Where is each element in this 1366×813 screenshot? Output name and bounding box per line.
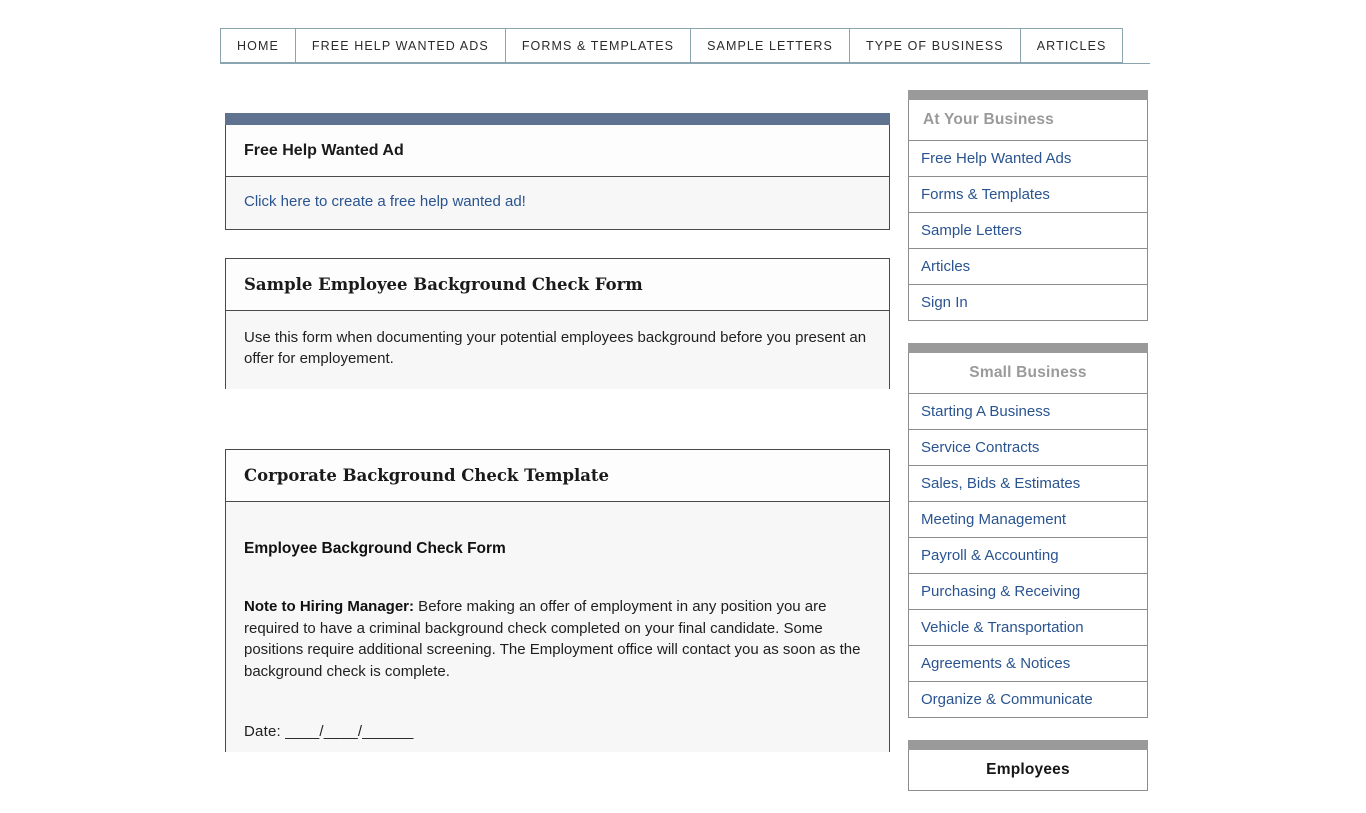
form-heading: Employee Background Check Form — [244, 539, 506, 557]
nav-tab-list: HOME FREE HELP WANTED ADS FORMS & TEMPLA… — [220, 28, 1150, 63]
nav-tab-sample-letters[interactable]: SAMPLE LETTERS — [690, 28, 849, 63]
panel-spacer — [225, 389, 890, 449]
panel-title: Sample Employee Background Check Form — [244, 274, 643, 294]
sidebar-block-small-business: Small Business Starting A Business Servi… — [908, 343, 1148, 718]
panel-header: Corporate Background Check Template — [225, 448, 890, 502]
sidebar-item-service-contracts[interactable]: Service Contracts — [908, 430, 1148, 466]
sidebar-heading-small-business: Small Business — [908, 353, 1148, 394]
nav-tab-label: SAMPLE LETTERS — [707, 38, 833, 53]
sidebar-item-sign-in[interactable]: Sign In — [908, 285, 1148, 321]
sidebar-accent-bar — [908, 740, 1148, 750]
sidebar-item-payroll-accounting[interactable]: Payroll & Accounting — [908, 538, 1148, 574]
corporate-background-check-template-panel: Corporate Background Check Template Empl… — [225, 448, 890, 752]
sidebar-item-free-help-wanted-ads[interactable]: Free Help Wanted Ads — [908, 141, 1148, 177]
main-navigation: HOME FREE HELP WANTED ADS FORMS & TEMPLA… — [220, 28, 1150, 64]
panel-body: Employee Background Check Form Note to H… — [225, 501, 890, 752]
sidebar-item-sample-letters[interactable]: Sample Letters — [908, 213, 1148, 249]
note-label: Note to Hiring Manager: — [244, 597, 415, 615]
sidebar-accent-bar — [908, 343, 1148, 353]
panel-body: Use this form when documenting your pote… — [225, 310, 890, 389]
sidebar-block-employees: Employees — [908, 740, 1148, 791]
main-content-column: Free Help Wanted Ad Click here to create… — [225, 113, 890, 752]
create-free-help-wanted-ad-link[interactable]: Click here to create a free help wanted … — [244, 193, 526, 210]
nav-tab-label: FREE HELP WANTED ADS — [311, 38, 489, 53]
sidebar-item-sales-bids-estimates[interactable]: Sales, Bids & Estimates — [908, 466, 1148, 502]
sidebar-item-vehicle-transportation[interactable]: Vehicle & Transportation — [908, 610, 1148, 646]
nav-underline — [220, 63, 1150, 64]
nav-tab-type-of-business[interactable]: TYPE OF BUSINESS — [848, 28, 1020, 63]
sidebar-block-at-your-business: At Your Business Free Help Wanted Ads Fo… — [908, 90, 1148, 321]
sample-background-check-form-panel: Sample Employee Background Check Form Us… — [225, 257, 890, 389]
panel-spacer — [225, 230, 890, 258]
nav-tab-home[interactable]: HOME — [220, 28, 295, 63]
date-field-line: Date: ____/____/______ — [244, 722, 414, 740]
nav-tab-label: TYPE OF BUSINESS — [865, 38, 1004, 53]
sidebar-item-articles[interactable]: Articles — [908, 249, 1148, 285]
panel-header: Free Help Wanted Ad — [225, 125, 890, 177]
panel-body: Click here to create a free help wanted … — [225, 176, 890, 230]
sidebar-heading-employees: Employees — [908, 750, 1148, 791]
sidebar-item-agreements-notices[interactable]: Agreements & Notices — [908, 646, 1148, 682]
sidebar-item-meeting-management[interactable]: Meeting Management — [908, 502, 1148, 538]
panel-title: Free Help Wanted Ad — [244, 142, 404, 159]
right-sidebar: At Your Business Free Help Wanted Ads Fo… — [908, 90, 1148, 813]
sidebar-item-forms-templates[interactable]: Forms & Templates — [908, 177, 1148, 213]
nav-tab-label: FORMS & TEMPLATES — [521, 38, 675, 53]
nav-tab-free-help-wanted-ads[interactable]: FREE HELP WANTED ADS — [294, 28, 505, 63]
nav-tab-forms-templates[interactable]: FORMS & TEMPLATES — [504, 28, 691, 63]
panel-description: Use this form when documenting your pote… — [244, 328, 867, 368]
nav-tab-label: HOME — [237, 38, 279, 53]
nav-tab-label: ARTICLES — [1036, 38, 1107, 53]
nav-tab-articles[interactable]: ARTICLES — [1019, 28, 1124, 63]
free-help-wanted-ad-panel: Free Help Wanted Ad Click here to create… — [225, 113, 890, 230]
sidebar-heading-at-your-business: At Your Business — [908, 100, 1148, 141]
panel-accent-bar — [225, 113, 890, 125]
sidebar-accent-bar — [908, 90, 1148, 100]
panel-header: Sample Employee Background Check Form — [225, 257, 890, 311]
sidebar-item-starting-a-business[interactable]: Starting A Business — [908, 394, 1148, 430]
sidebar-item-organize-communicate[interactable]: Organize & Communicate — [908, 682, 1148, 718]
hiring-manager-note: Note to Hiring Manager: Before making an… — [244, 596, 871, 683]
panel-title: Corporate Background Check Template — [244, 465, 610, 485]
sidebar-item-purchasing-receiving[interactable]: Purchasing & Receiving — [908, 574, 1148, 610]
